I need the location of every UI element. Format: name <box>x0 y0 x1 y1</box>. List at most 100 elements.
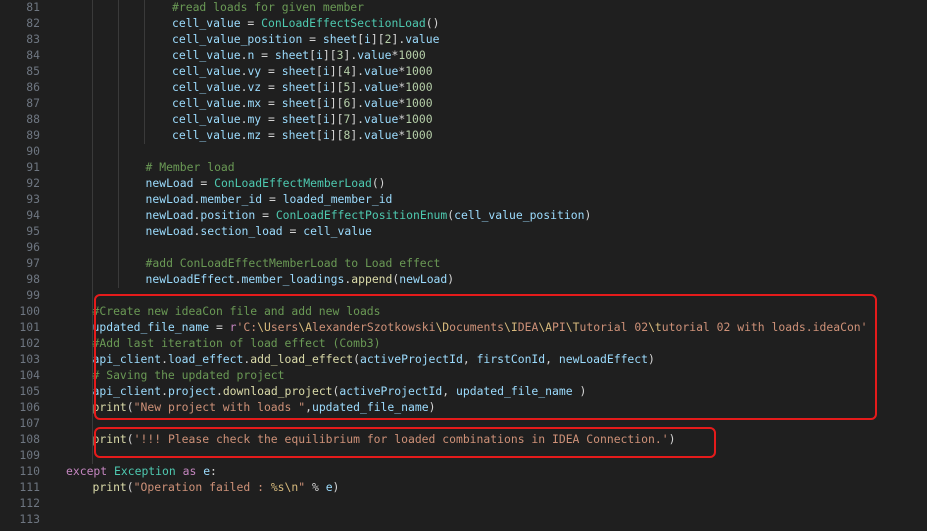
code-token: cell_value <box>172 64 241 78</box>
code-token: cell_value <box>172 16 241 30</box>
code-line[interactable]: 94 newLoad.position = ConLoadEffectPositi… <box>0 207 927 223</box>
code-line[interactable]: 86 cell_value.vz = sheet[i][5].value*1000 <box>0 79 927 95</box>
code-text: #add ConLoadEffectMemberLoad to Load eff… <box>146 255 441 271</box>
code-token: 1000 <box>398 48 426 62</box>
code-token: newLoad <box>145 176 194 190</box>
code-line[interactable]: 88 cell_value.my = sheet[i][7].value*1000 <box>0 111 927 127</box>
code-line[interactable]: 95 newLoad.section_load = cell_value <box>0 223 927 239</box>
code-token: newLoad <box>145 224 194 238</box>
code-token: %s <box>270 480 285 494</box>
code-token: = <box>302 32 323 46</box>
code-line[interactable]: 87 cell_value.mx = sheet[i][6].value*1000 <box>0 95 927 111</box>
code-token: print <box>92 480 127 494</box>
code-token: = <box>261 96 282 110</box>
code-text: cell_value = ConLoadEffectSectionLoad() <box>172 15 439 31</box>
code-line[interactable]: 113 <box>0 511 927 527</box>
highlight-box-print-warning <box>94 427 716 458</box>
code-line[interactable]: 93 newLoad.member_id = loaded_member_id <box>0 191 927 207</box>
code-token: ConLoadEffectMemberLoad <box>214 176 372 190</box>
line-number: 106 <box>19 400 40 414</box>
code-editor[interactable]: 81 #read loads for given member 82 cell_val… <box>0 0 927 531</box>
code-token: vz <box>247 80 262 94</box>
code-line[interactable]: 112 <box>0 495 927 511</box>
code-text: newLoadEffect.member_loadings.append(new… <box>146 271 455 287</box>
code-token: value <box>357 48 392 62</box>
code-text: cell_value.n = sheet[i][3].value*1000 <box>172 47 426 63</box>
code-line[interactable]: 81 #read loads for given member <box>0 0 927 15</box>
code-token: # Member load <box>145 160 235 174</box>
code-token: my <box>247 112 262 126</box>
line-number: 113 <box>19 512 40 526</box>
code-text: print("Operation failed : %s\n" % e) <box>93 479 340 495</box>
code-text: # Member load <box>146 159 235 175</box>
line-number: 86 <box>26 80 40 94</box>
code-token: = <box>261 64 282 78</box>
code-token: \n <box>284 480 299 494</box>
code-line[interactable]: 98 newLoadEffect.member_loadings.append(n… <box>0 271 927 287</box>
code-token: newLoad <box>145 192 194 206</box>
code-text: cell_value.my = sheet[i][7].value*1000 <box>172 111 433 127</box>
line-number: 110 <box>19 464 40 478</box>
code-token: value <box>364 96 399 110</box>
code-token: 1000 <box>405 128 433 142</box>
code-token: cell_value <box>172 80 241 94</box>
code-token: section_load <box>200 224 283 238</box>
code-token: 1000 <box>405 96 433 110</box>
code-token: position <box>200 208 256 222</box>
code-token: newLoad <box>399 272 448 286</box>
code-token: cell_value_position <box>454 208 585 222</box>
code-line[interactable]: 111 print("Operation failed : %s\n" % e) <box>0 479 927 495</box>
code-token: ]. <box>350 112 365 126</box>
code-token: member_id <box>200 192 263 206</box>
code-token: [ <box>316 112 323 126</box>
code-token: ]. <box>350 64 365 78</box>
code-token: () <box>425 16 440 30</box>
line-number: 89 <box>26 128 40 142</box>
code-line[interactable]: 97 #add ConLoadEffectMemberLoad to Load e… <box>0 255 927 271</box>
line-number: 101 <box>19 320 40 334</box>
code-token: sheet <box>322 32 358 46</box>
code-line[interactable]: 92 newLoad = ConLoadEffectMemberLoad() <box>0 175 927 191</box>
line-number: 107 <box>19 416 40 430</box>
code-token: value <box>364 64 399 78</box>
code-line[interactable]: 85 cell_value.vy = sheet[i][4].value*1000 <box>0 63 927 79</box>
line-number: 85 <box>26 64 40 78</box>
line-number: 105 <box>19 384 40 398</box>
code-line[interactable]: 90 <box>0 143 927 159</box>
code-line[interactable]: 83 cell_value_position = sheet[i][2].valu… <box>0 31 927 47</box>
code-token: ) <box>584 208 592 222</box>
code-token: cell_value_position <box>172 32 303 46</box>
code-token: value <box>364 80 399 94</box>
line-number: 103 <box>19 352 40 366</box>
line-number: 82 <box>26 16 40 30</box>
code-text: cell_value.mz = sheet[i][8].value*1000 <box>172 127 433 143</box>
code-token: member_loadings <box>241 272 345 286</box>
code-token: ]. <box>391 32 406 46</box>
code-token: ][ <box>329 80 344 94</box>
code-token: [ <box>316 64 323 78</box>
code-token: : <box>210 464 217 478</box>
code-text: cell_value.vy = sheet[i][4].value*1000 <box>172 63 433 79</box>
code-line[interactable]: 82 cell_value = ConLoadEffectSectionLoad(… <box>0 15 927 31</box>
code-text: newLoad = ConLoadEffectMemberLoad() <box>146 175 386 191</box>
code-text: cell_value.mx = sheet[i][6].value*1000 <box>172 95 433 111</box>
code-token: cell_value <box>172 128 241 142</box>
code-token: = <box>255 208 276 222</box>
code-token: #add ConLoadEffectMemberLoad to Load eff… <box>145 256 441 270</box>
code-token: () <box>371 176 386 190</box>
line-number: 84 <box>26 48 40 62</box>
code-line[interactable]: 89 cell_value.mz = sheet[i][8].value*1000 <box>0 127 927 143</box>
code-token: i <box>322 128 330 142</box>
line-number: 83 <box>26 32 40 46</box>
code-token: cell_value <box>172 112 241 126</box>
code-line[interactable]: 91 # Member load <box>0 159 927 175</box>
code-token: i <box>316 48 323 62</box>
code-line[interactable]: 110 except Exception as e: <box>0 463 927 479</box>
line-number: 92 <box>26 176 40 190</box>
line-number: 96 <box>26 240 40 254</box>
code-line[interactable]: 84 cell_value.n = sheet[i][3].value*1000 <box>0 47 927 63</box>
code-line[interactable]: 96 <box>0 239 927 255</box>
code-token: % <box>305 480 326 494</box>
